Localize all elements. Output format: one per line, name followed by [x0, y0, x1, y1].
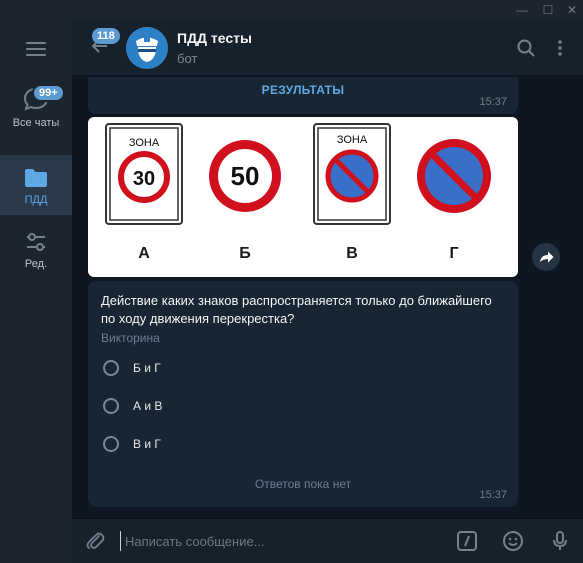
results-message: РЕЗУЛЬТАТЫ 15:37 [88, 77, 518, 114]
sign-label-b: Б [239, 245, 251, 262]
maximize-button[interactable]: ☐ [540, 2, 556, 18]
folder-icon [25, 169, 47, 187]
message-input[interactable] [120, 531, 440, 551]
unread-count-badge: 118 [92, 28, 120, 44]
folder-sidebar: 99+ Все чаты ПДД Ред. [0, 20, 72, 563]
bot-command-icon[interactable] [456, 530, 478, 552]
minimize-button[interactable]: — [514, 2, 530, 18]
radio-button[interactable] [103, 360, 119, 376]
quiz-option-label: Б и Г [133, 361, 161, 375]
poll-status: Ответов пока нет [254, 477, 352, 491]
sign-b-speed-text: 50 [231, 161, 260, 191]
sliders-icon [27, 233, 45, 251]
message-time: 15:37 [479, 96, 507, 108]
quiz-question: Действие каких знаков распространяется т… [101, 293, 492, 326]
message-composer [72, 518, 583, 563]
folder-label: Все чаты [12, 117, 60, 129]
sign-v-zone-text: ЗОНА [337, 134, 368, 146]
road-signs-image[interactable]: ЗОНА 30 50 ЗОНА А Б В Г [88, 117, 518, 277]
folder-label: ПДД [24, 194, 48, 206]
zone-no-parking-sign-icon: ЗОНА [313, 123, 391, 225]
sign-a-speed-text: 30 [133, 168, 155, 190]
quiz-option[interactable]: Б и Г [101, 358, 401, 380]
folder-all-chats[interactable]: 99+ Все чаты [0, 82, 72, 140]
chat-title[interactable]: ПДД тесты [177, 30, 252, 46]
radio-button[interactable] [103, 436, 119, 452]
share-arrow-icon [540, 251, 554, 263]
sign-label-g: Г [449, 245, 459, 262]
close-window-button[interactable]: ✕ [564, 2, 580, 18]
chat-subtitle: бот [177, 51, 198, 66]
sign-a-zone-text: ЗОНА [129, 137, 160, 149]
radio-button[interactable] [103, 398, 119, 414]
search-icon[interactable] [516, 38, 536, 58]
zone-speed-limit-sign-icon: ЗОНА 30 [105, 123, 183, 225]
quiz-option[interactable]: В и Г [101, 434, 401, 456]
unread-badge: 99+ [32, 84, 65, 102]
share-button[interactable] [532, 243, 560, 271]
quiz-type-label: Викторина [101, 331, 160, 345]
chat-header: 118 ПДД тесты бот [72, 20, 583, 76]
hamburger-icon[interactable] [26, 42, 46, 56]
no-parking-sign-icon [417, 139, 491, 213]
more-vertical-icon[interactable] [550, 38, 570, 58]
folder-pdd[interactable]: ПДД [0, 155, 72, 215]
message-list: РЕЗУЛЬТАТЫ 15:37 ЗОНА 30 50 ЗОНА А Б В Г… [72, 77, 583, 518]
sign-label-v: В [346, 245, 358, 262]
avatar[interactable] [126, 27, 168, 69]
results-button[interactable]: РЕЗУЛЬТАТЫ [88, 83, 518, 97]
sign-label-a: А [138, 245, 150, 262]
folder-label: Ред. [24, 258, 48, 270]
quiz-poll-message: Действие каких знаков распространяется т… [88, 281, 518, 507]
quiz-option-label: В и Г [133, 437, 161, 451]
microphone-icon[interactable] [549, 530, 571, 552]
folder-edit[interactable]: Ред. [0, 225, 72, 275]
quiz-option[interactable]: А и В [101, 396, 401, 418]
paperclip-icon[interactable] [84, 530, 106, 552]
police-officer-icon [126, 27, 168, 69]
speed-limit-sign-icon: 50 [209, 140, 281, 212]
window-titlebar: — ☐ ✕ [0, 0, 583, 20]
message-time: 15:37 [479, 489, 507, 501]
emoji-icon[interactable] [502, 530, 524, 552]
quiz-option-label: А и В [133, 399, 163, 413]
telegram-window: — ☐ ✕ 99+ Все чаты ПДД Ред. 118 ПДД тест… [0, 0, 583, 563]
